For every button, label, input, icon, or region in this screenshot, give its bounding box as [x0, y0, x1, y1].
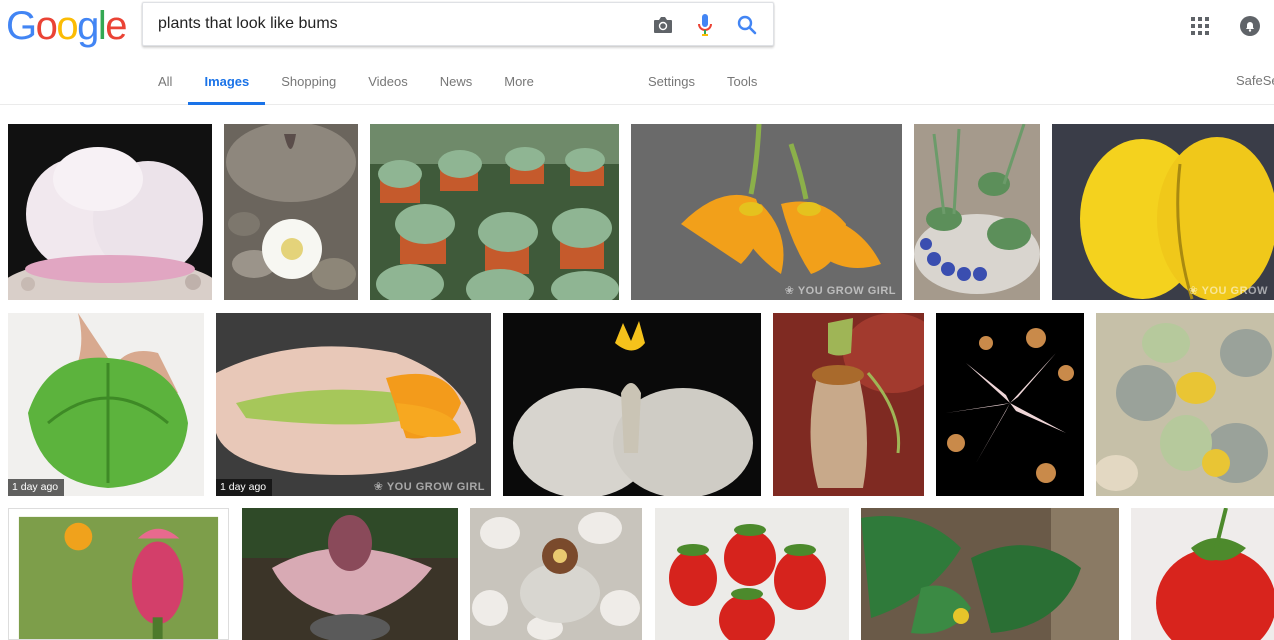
image-result[interactable] [470, 508, 642, 640]
tab-all[interactable]: All [158, 73, 172, 105]
image-result[interactable] [773, 313, 924, 496]
image-result[interactable] [8, 124, 212, 300]
logo-letter: G [6, 4, 37, 48]
image-result[interactable]: ❀ YOU GROW [1052, 124, 1274, 300]
tab-images[interactable]: Images [188, 73, 266, 105]
search-icon[interactable] [735, 13, 759, 37]
green-lettuce-hand-image [8, 313, 204, 496]
image-age-badge: 1 day ago [216, 479, 273, 496]
succulent-terrarium-image [914, 124, 1040, 300]
image-result[interactable] [936, 313, 1084, 496]
settings-link[interactable]: Settings [648, 73, 695, 105]
image-result[interactable]: 1 day ago ❀ YOU GROW GIRL [216, 313, 491, 496]
logo-letter: e [105, 4, 127, 48]
image-watermark: ❀ YOU GROW [1188, 285, 1268, 297]
search-box [142, 2, 774, 46]
strawberry-closeup-image [1131, 508, 1274, 640]
logo-letter: o [35, 4, 58, 48]
microphone-icon[interactable] [693, 13, 717, 37]
potted-succulents-image [370, 124, 619, 300]
google-logo[interactable]: Google [6, 4, 127, 48]
logo-letter: o [56, 4, 78, 48]
image-result[interactable] [242, 508, 458, 640]
tab-videos[interactable]: Videos [368, 73, 408, 105]
image-result[interactable] [1131, 508, 1274, 640]
strawberries-image [655, 508, 849, 640]
header-right [1188, 14, 1262, 38]
image-result[interactable] [914, 124, 1040, 300]
logo-letter: l [97, 4, 107, 48]
notifications-icon[interactable] [1238, 14, 1262, 38]
image-result[interactable] [503, 313, 761, 496]
zucchini-flower-hand-image [216, 313, 491, 496]
image-age-badge: 1 day ago [8, 479, 65, 496]
apps-grid-icon[interactable] [1188, 14, 1212, 38]
tools-group: Settings Tools [648, 73, 789, 105]
tab-more[interactable]: More [504, 73, 534, 105]
image-result[interactable] [861, 508, 1119, 640]
image-watermark: ❀ YOU GROW GIRL [784, 285, 896, 297]
zucchini-flowers-image [631, 124, 902, 300]
tools-link[interactable]: Tools [727, 73, 757, 105]
safesearch-link[interactable]: SafeSe [1236, 73, 1274, 88]
image-result[interactable] [8, 508, 229, 640]
tab-shopping[interactable]: Shopping [281, 73, 336, 105]
image-result[interactable]: 1 day ago [8, 313, 204, 496]
white-lithops-flower-image [503, 313, 761, 496]
voodoo-lily-image [242, 508, 458, 640]
pink-bud-flower-image [9, 509, 228, 639]
pastel-pebble-plants-image [1096, 313, 1274, 496]
image-result[interactable] [224, 124, 358, 300]
logo-letter: g [77, 4, 99, 48]
tab-news[interactable]: News [440, 73, 473, 105]
header: Google All Images [0, 0, 1274, 105]
pebbles-succulent-image [470, 508, 642, 640]
watermelon-leaves-image [861, 508, 1119, 640]
pink-star-flower-image [936, 313, 1084, 496]
camera-icon[interactable] [651, 13, 675, 37]
search-icons [651, 13, 759, 37]
search-input[interactable] [158, 3, 648, 45]
search-tabs: All Images Shopping Videos News More [158, 73, 566, 105]
lithops-flower-image [224, 124, 358, 300]
image-result[interactable] [1096, 313, 1274, 496]
image-watermark: ❀ YOU GROW GIRL [373, 481, 485, 493]
pitcher-plant-image [773, 313, 924, 496]
image-result[interactable]: ❀ YOU GROW GIRL [631, 124, 902, 300]
yellow-fruit-image [1052, 124, 1274, 300]
image-result[interactable] [370, 124, 619, 300]
image-result[interactable] [655, 508, 849, 640]
pale-lithops-image [8, 124, 212, 300]
